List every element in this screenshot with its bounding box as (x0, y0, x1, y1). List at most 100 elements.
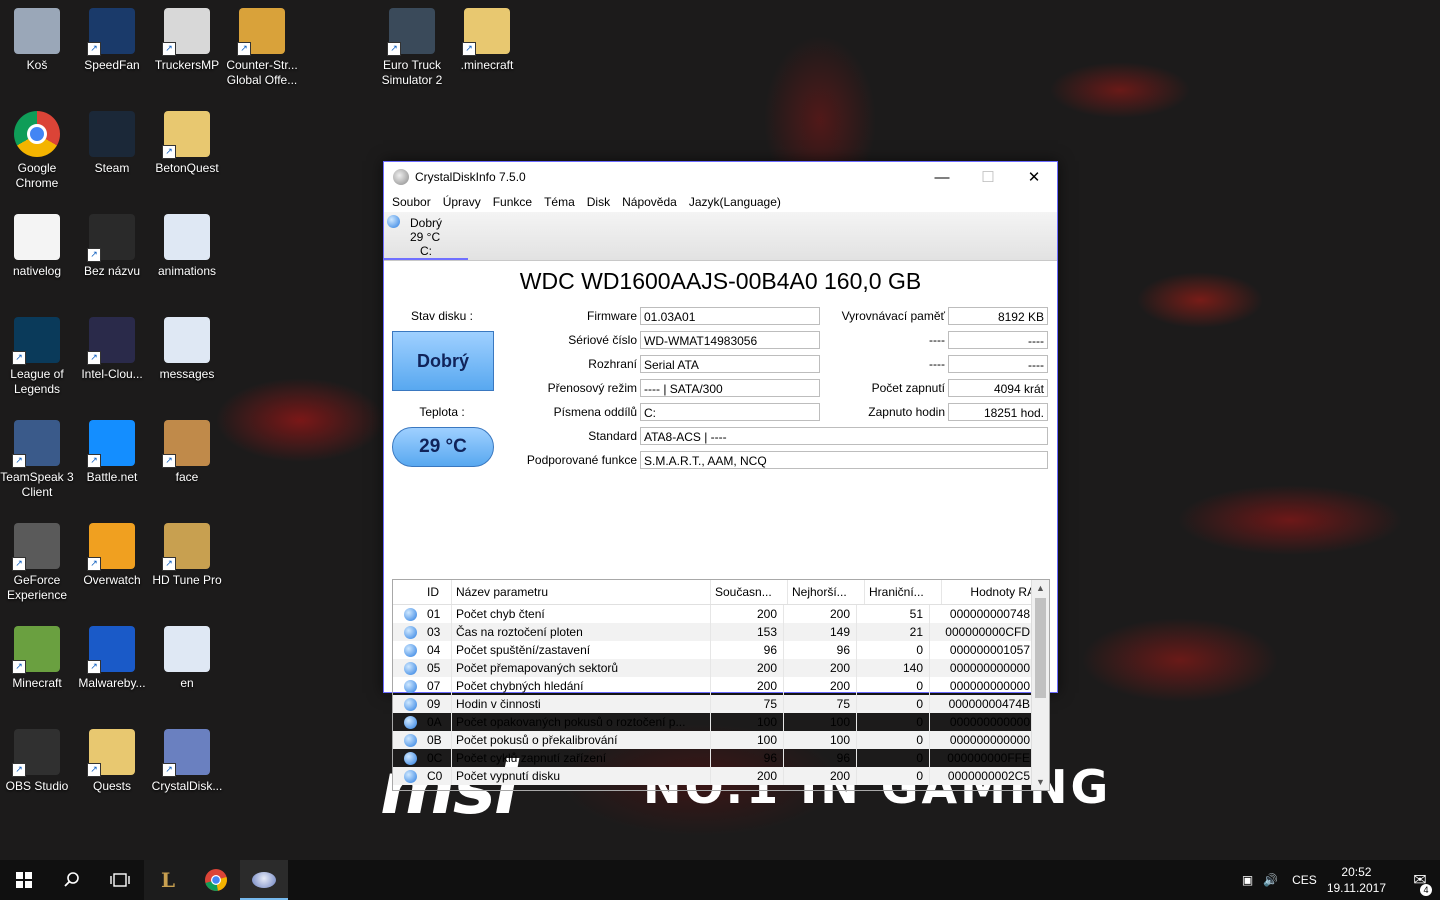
table-cell: 100 (710, 713, 783, 731)
table-scrollbar[interactable]: ▲ ▼ (1031, 580, 1049, 790)
col-current[interactable]: Současn... (710, 580, 787, 604)
row-status-cell (393, 679, 427, 693)
menu-item-1[interactable]: Úpravy (443, 195, 481, 209)
search-button[interactable] (48, 860, 96, 900)
desktop-icon-intel-clou[interactable]: ↗ Intel-Clou... (74, 309, 150, 382)
clock-date: 19.11.2017 (1326, 881, 1386, 895)
task-view-button[interactable] (96, 860, 144, 900)
close-icon[interactable]: ✕ (1011, 162, 1057, 192)
menu-item-3[interactable]: Téma (544, 195, 575, 209)
language-indicator[interactable]: CES (1292, 873, 1317, 887)
shortcut-arrow-icon: ↗ (87, 42, 101, 56)
table-row[interactable]: 07 Počet chybných hledání 200 200 0 000000000… (393, 677, 1049, 695)
title-bar[interactable]: CrystalDiskInfo 7.5.0 — ☐ ✕ (384, 162, 1057, 192)
menu-item-0[interactable]: Soubor (392, 195, 431, 209)
table-cell: 04 (427, 643, 441, 657)
serial-label: Sériové číslo (568, 333, 637, 347)
row-status-cell (393, 751, 427, 765)
smart-attributes-table[interactable]: ID Název parametru Současn... Nejhorší..… (392, 579, 1050, 791)
desktop-icon-label: Koš (26, 58, 48, 72)
table-row[interactable]: 04 Počet spuštění/zastavení 96 96 0 000000001… (393, 641, 1049, 659)
desktop-icon-steam[interactable]: Steam (74, 103, 150, 176)
table-row[interactable]: 0B Počet pokusů o překalibrování 100 100 0 00… (393, 731, 1049, 749)
table-row[interactable]: 03 Čas na roztočení ploten 153 149 21 0000000… (393, 623, 1049, 641)
shortcut-arrow-icon: ↗ (12, 454, 26, 468)
shortcut-arrow-icon: ↗ (12, 557, 26, 571)
start-button[interactable] (0, 860, 48, 900)
menu-item-4[interactable]: Disk (587, 195, 610, 209)
desktop-icon-league-of-legends[interactable]: ↗ League of Legends (0, 309, 75, 397)
desktop-icon-overwatch[interactable]: ↗ Overwatch (74, 515, 150, 588)
desktop-icon-geforce-experience[interactable]: ↗ GeForce Experience (0, 515, 75, 603)
desktop-icon-en[interactable]: en (149, 618, 225, 691)
table-cell: 51 (856, 605, 929, 623)
network-icon[interactable]: ▣ (1242, 873, 1253, 887)
desktop-icon-malwareby[interactable]: ↗ Malwareby... (74, 618, 150, 691)
csgo-icon: ↗ (237, 8, 285, 56)
minimize-icon[interactable]: — (919, 162, 965, 192)
shortcut-arrow-icon: ↗ (462, 42, 476, 56)
table-cell: Počet chyb čtení (451, 605, 710, 623)
shortcut-arrow-icon: ↗ (162, 557, 176, 571)
shortcut-arrow-icon: ↗ (12, 763, 26, 777)
desktop-icon-bez-n-zvu[interactable]: ↗ Bez názvu (74, 206, 150, 279)
table-row[interactable]: 0C Počet cyklů zapnutí zařízení 96 96 0 00000… (393, 749, 1049, 767)
desktop-icon-euro-truck-simulator-2[interactable]: ↗ Euro Truck Simulator 2 (374, 0, 450, 88)
desktop-icon-nativelog[interactable]: nativelog (0, 206, 75, 279)
desktop-icon-counter-str-global-offe[interactable]: ↗ Counter-Str... Global Offe... (224, 0, 300, 88)
status-dot-icon (403, 733, 417, 747)
system-tray: ▣ 🔊 CES 20:52 19.11.2017 ✉ 4 (1242, 860, 1440, 900)
menu-item-2[interactable]: Funkce (493, 195, 532, 209)
col-name[interactable]: Název parametru (451, 580, 710, 604)
menu-item-6[interactable]: Jazyk(Language) (689, 195, 781, 209)
taskbar-lol[interactable]: L (144, 860, 192, 900)
desktop-icon-face[interactable]: ↗ face (149, 412, 225, 485)
desktop-icon-minecraft[interactable]: ↗ .minecraft (449, 0, 525, 73)
shortcut-arrow-icon: ↗ (87, 660, 101, 674)
clock[interactable]: 20:52 19.11.2017 (1327, 864, 1386, 896)
table-row[interactable]: 01 Počet chyb čtení 200 200 51 000000000748 (393, 605, 1049, 623)
scroll-thumb[interactable] (1035, 598, 1046, 698)
desktop-icon-ko[interactable]: Koš (0, 0, 75, 73)
col-threshold[interactable]: Hraniční... (864, 580, 941, 604)
maximize-icon[interactable]: ☐ (965, 162, 1011, 192)
menu-item-5[interactable]: Nápověda (622, 195, 677, 209)
crystaldisk-icon: ↗ (162, 729, 210, 777)
table-cell: 000000001057 (929, 641, 1036, 659)
desktop-icon-crystaldisk[interactable]: ↗ CrystalDisk... (149, 721, 225, 794)
row-status-cell (393, 643, 427, 657)
desktop-icon-battle-net[interactable]: ↗ Battle.net (74, 412, 150, 485)
taskbar-chrome[interactable] (192, 860, 240, 900)
table-row[interactable]: C0 Počet vypnutí disku 200 200 0 0000000002C5 (393, 767, 1049, 785)
scroll-up-icon[interactable]: ▲ (1032, 580, 1049, 596)
desktop-icon-google-chrome[interactable]: Google Chrome (0, 103, 75, 191)
desktop-icon-speedfan[interactable]: ↗ SpeedFan (74, 0, 150, 73)
table-row[interactable]: 05 Počet přemapovaných sektorů 200 200 140 00… (393, 659, 1049, 677)
desktop-icon-obs-studio[interactable]: ↗ OBS Studio (0, 721, 75, 794)
table-cell: 000000000FFE (929, 749, 1036, 767)
desktop-icon-truckersmp[interactable]: ↗ TruckersMP (149, 0, 225, 73)
table-row[interactable]: 09 Hodin v činnosti 75 75 0 00000000474B (393, 695, 1049, 713)
scroll-down-icon[interactable]: ▼ (1032, 774, 1049, 790)
temperature-button[interactable]: 29 °C (392, 427, 494, 467)
desktop-icon-animations[interactable]: animations (149, 206, 225, 279)
notification-center-icon[interactable]: ✉ 4 (1400, 870, 1440, 896)
table-row[interactable]: 0A Počet opakovaných pokusů o roztočení p… (393, 713, 1049, 731)
col-worst[interactable]: Nejhorší... (787, 580, 864, 604)
taskbar-crystaldiskinfo[interactable] (240, 860, 288, 900)
desktop-icon-teamspeak-3-client[interactable]: ↗ TeamSpeak 3 Client (0, 412, 75, 500)
desktop-icon-label: Bez názvu (83, 264, 141, 278)
desktop-icon-quests[interactable]: ↗ Quests (74, 721, 150, 794)
desktop-icon-betonquest[interactable]: ↗ BetonQuest (149, 103, 225, 176)
desktop-icon-label: League of Legends (10, 367, 64, 396)
health-status-button[interactable]: Dobrý (392, 331, 494, 391)
disk-tab-c[interactable]: Dobrý 29 °C C: (384, 212, 468, 260)
desktop-icon-minecraft[interactable]: ↗ Minecraft (0, 618, 75, 691)
table-cell: 200 (710, 605, 783, 623)
desktop-icon-messages[interactable]: messages (149, 309, 225, 382)
disk-tab-letter: C: (420, 244, 432, 258)
col-id[interactable]: ID (427, 585, 451, 599)
desktop-icon-hd-tune-pro[interactable]: ↗ HD Tune Pro (149, 515, 225, 588)
desktop-icon-label: Euro Truck Simulator 2 (381, 58, 443, 87)
volume-icon[interactable]: 🔊 (1263, 873, 1278, 887)
